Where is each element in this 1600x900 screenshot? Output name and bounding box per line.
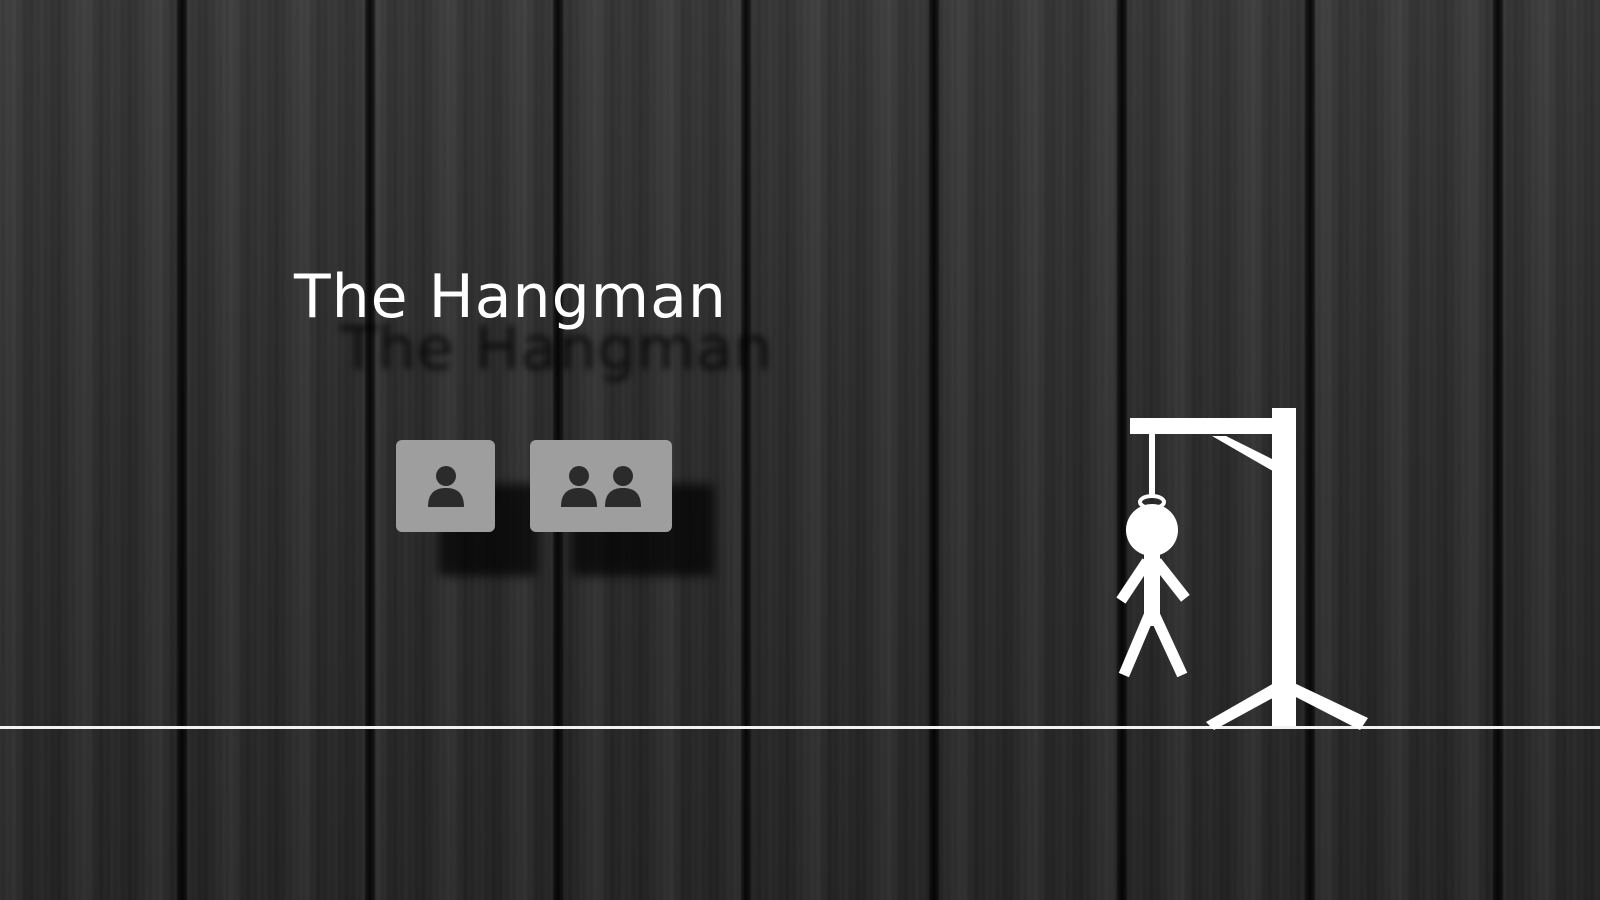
game-title: The Hangman xyxy=(294,262,727,332)
figure-right-arm xyxy=(1152,558,1190,602)
gallows-post xyxy=(1272,408,1296,726)
hanged-man-figure xyxy=(1116,431,1190,678)
gallows-base-left xyxy=(1206,682,1280,730)
single-player-button[interactable] xyxy=(396,440,495,532)
gallows-base-right xyxy=(1290,682,1368,730)
figure-left-leg xyxy=(1118,610,1156,678)
gallows-drawing xyxy=(1116,408,1368,730)
multiplayer-button[interactable] xyxy=(530,440,672,532)
gallows-brace xyxy=(1212,436,1278,474)
person-icon xyxy=(427,466,464,507)
figure-left-arm xyxy=(1116,558,1152,604)
figure-right-leg xyxy=(1148,610,1188,678)
two-people-icon xyxy=(561,466,641,507)
